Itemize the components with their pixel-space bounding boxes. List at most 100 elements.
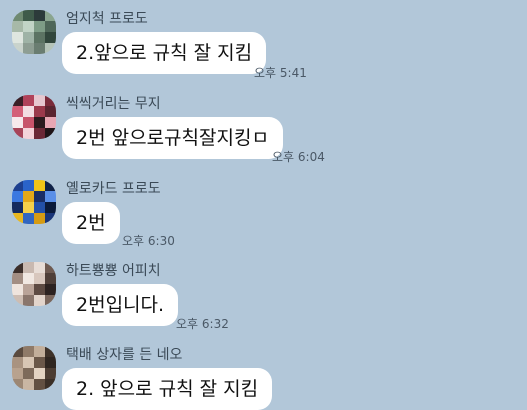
message-bubble[interactable]: 2.앞으로 규칙 잘 지킴 xyxy=(62,32,267,74)
avatar-pixel xyxy=(34,95,45,106)
avatar-pixel xyxy=(34,379,45,390)
avatar-pixel xyxy=(45,368,56,379)
avatar-pixel xyxy=(23,106,34,117)
avatar-pixel xyxy=(34,284,45,295)
chat-window: 엄지척 프로도 2.앞으로 규칙 잘 지킴 오후 5:41 씩씩거리는 무지 2… xyxy=(0,0,527,410)
avatar-pixel xyxy=(34,32,45,43)
message-time: 오후 6:32 xyxy=(176,317,229,331)
avatar-pixel xyxy=(45,117,56,128)
avatar-pixel xyxy=(12,180,23,191)
sender-name[interactable]: 엄지척 프로도 xyxy=(66,10,148,28)
message-time: 오후 5:41 xyxy=(254,66,307,80)
avatar-pixel xyxy=(23,262,34,273)
avatar-pixel xyxy=(34,191,45,202)
avatar-pixel xyxy=(34,43,45,54)
avatar-pixel xyxy=(45,95,56,106)
avatar-pixel xyxy=(45,180,56,191)
avatar-pixel xyxy=(34,346,45,357)
avatar-pixel xyxy=(45,346,56,357)
message-bubble[interactable]: 2번입니다. xyxy=(62,284,179,326)
avatar-pixel xyxy=(12,95,23,106)
avatar-pixel xyxy=(23,43,34,54)
avatar-pixel xyxy=(45,128,56,139)
avatar-pixel xyxy=(23,213,34,224)
avatar-pixel xyxy=(45,213,56,224)
avatar-pixel xyxy=(12,346,23,357)
avatar-pixel xyxy=(45,32,56,43)
avatar-pixel xyxy=(45,357,56,368)
avatar[interactable] xyxy=(12,262,56,306)
avatar-pixel xyxy=(23,368,34,379)
message-time: 오후 6:30 xyxy=(122,234,175,248)
avatar-pixel xyxy=(12,213,23,224)
avatar[interactable] xyxy=(12,10,56,54)
avatar-pixel xyxy=(12,357,23,368)
avatar-pixel xyxy=(45,21,56,32)
avatar-pixel xyxy=(23,10,34,21)
avatar-pixel xyxy=(23,180,34,191)
message-bubble[interactable]: 2번 앞으로규칙잘지킹ㅁ xyxy=(62,117,283,159)
avatar-pixel xyxy=(23,295,34,306)
avatar-pixel xyxy=(45,202,56,213)
avatar-pixel xyxy=(12,10,23,21)
avatar-pixel xyxy=(34,273,45,284)
avatar-pixel xyxy=(34,106,45,117)
avatar-pixel xyxy=(34,262,45,273)
avatar-pixel xyxy=(45,379,56,390)
avatar-pixel xyxy=(45,10,56,21)
sender-name[interactable]: 하트뿅뿅 어피치 xyxy=(66,262,161,280)
avatar-pixel xyxy=(12,273,23,284)
avatar-pixel xyxy=(12,284,23,295)
avatar-pixel xyxy=(34,180,45,191)
avatar-pixel xyxy=(23,117,34,128)
avatar-pixel xyxy=(23,284,34,295)
avatar-pixel xyxy=(23,32,34,43)
message-bubble[interactable]: 2. 앞으로 규칙 잘 지킴 xyxy=(62,368,273,410)
avatar-pixel xyxy=(23,21,34,32)
avatar-pixel xyxy=(12,262,23,273)
avatar-pixel xyxy=(45,273,56,284)
avatar-pixel xyxy=(45,262,56,273)
avatar-pixel xyxy=(34,128,45,139)
avatar-pixel xyxy=(23,128,34,139)
avatar-pixel xyxy=(12,191,23,202)
avatar-pixel xyxy=(23,357,34,368)
avatar-pixel xyxy=(12,106,23,117)
avatar[interactable] xyxy=(12,346,56,390)
avatar-pixel xyxy=(12,117,23,128)
avatar-pixel xyxy=(45,284,56,295)
avatar-pixel xyxy=(12,128,23,139)
avatar-pixel xyxy=(34,117,45,128)
avatar-pixel xyxy=(23,202,34,213)
avatar-pixel xyxy=(34,21,45,32)
avatar-pixel xyxy=(12,379,23,390)
avatar-pixel xyxy=(12,368,23,379)
message-bubble[interactable]: 2번 xyxy=(62,202,120,244)
avatar-pixel xyxy=(34,213,45,224)
avatar-pixel xyxy=(45,43,56,54)
avatar-pixel xyxy=(23,346,34,357)
avatar[interactable] xyxy=(12,180,56,224)
avatar-pixel xyxy=(23,191,34,202)
avatar-pixel xyxy=(23,273,34,284)
avatar-pixel xyxy=(12,43,23,54)
avatar-pixel xyxy=(23,95,34,106)
avatar-pixel xyxy=(12,21,23,32)
sender-name[interactable]: 택배 상자를 든 네오 xyxy=(66,346,182,364)
avatar-pixel xyxy=(34,10,45,21)
avatar-pixel xyxy=(12,202,23,213)
avatar-pixel xyxy=(45,106,56,117)
avatar-pixel xyxy=(34,368,45,379)
avatar[interactable] xyxy=(12,95,56,139)
sender-name[interactable]: 씩씩거리는 무지 xyxy=(66,95,161,113)
avatar-pixel xyxy=(34,357,45,368)
avatar-pixel xyxy=(23,379,34,390)
avatar-pixel xyxy=(12,32,23,43)
sender-name[interactable]: 옐로카드 프로도 xyxy=(66,180,161,198)
avatar-pixel xyxy=(45,295,56,306)
avatar-pixel xyxy=(12,295,23,306)
avatar-pixel xyxy=(34,295,45,306)
message-time: 오후 6:04 xyxy=(272,150,325,164)
avatar-pixel xyxy=(34,202,45,213)
avatar-pixel xyxy=(45,191,56,202)
